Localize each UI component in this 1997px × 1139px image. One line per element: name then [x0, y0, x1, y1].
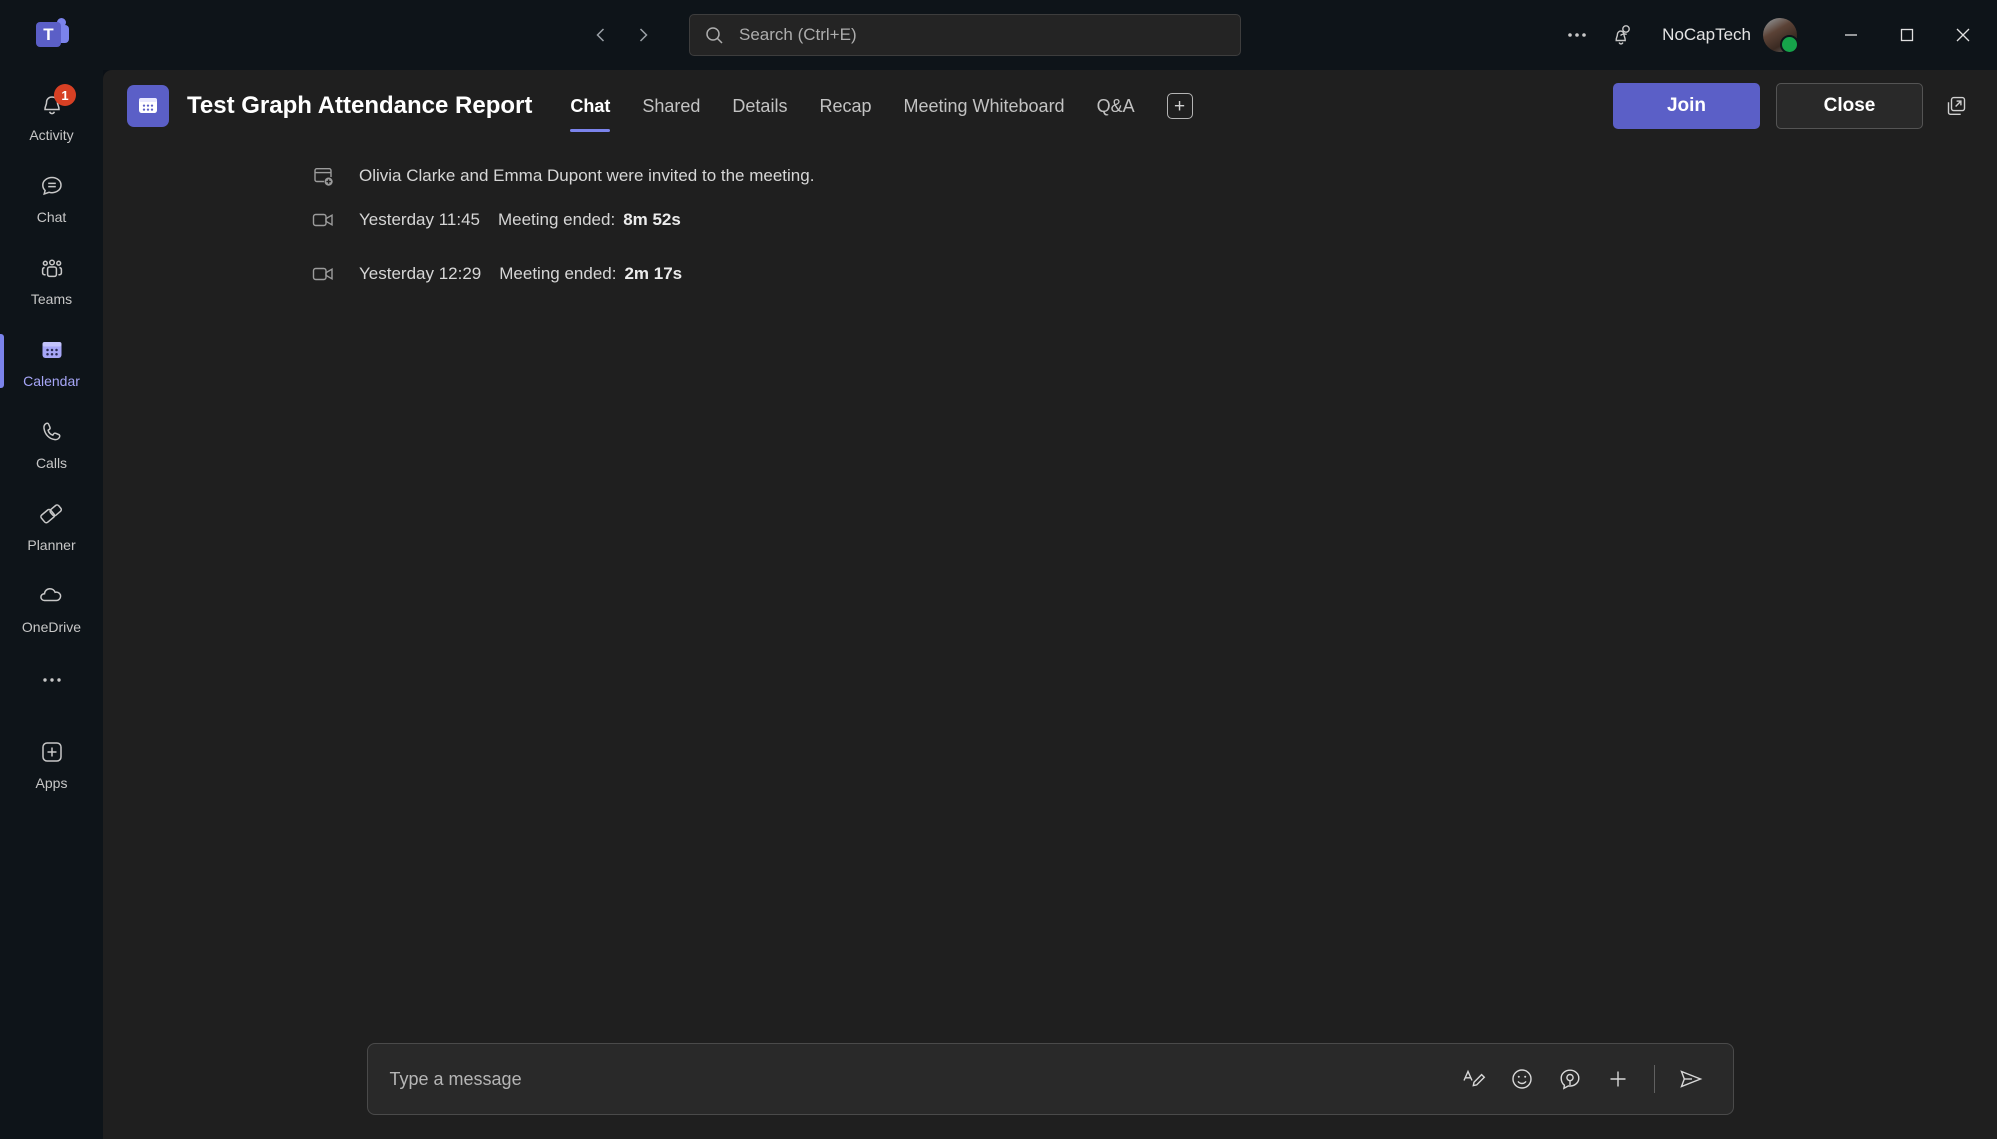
sidebar-item-apps[interactable]: Apps: [0, 722, 103, 804]
meeting-duration: 2m 17s: [624, 264, 683, 283]
add-participant-icon: [309, 164, 337, 188]
join-button[interactable]: Join: [1613, 83, 1760, 129]
tab-qa[interactable]: Q&A: [1081, 70, 1151, 142]
message-input[interactable]: Type a message: [366, 1043, 1734, 1115]
toolbar-divider: [1653, 1065, 1655, 1093]
calendar-app-icon: [127, 85, 169, 127]
meeting-duration: 8m 52s: [623, 210, 681, 229]
compose-area: Type a message: [103, 1043, 1997, 1115]
tab-recap[interactable]: Recap: [803, 70, 887, 142]
video-camera-icon: [309, 261, 337, 287]
sidebar-item-teams[interactable]: Teams: [0, 238, 103, 320]
minimize-button[interactable]: [1823, 0, 1879, 70]
title-bar: T Search (Ctrl+E) NoCapTech: [0, 0, 1997, 70]
sidebar-item-label: Activity: [29, 127, 74, 143]
sidebar-item-label: Chat: [36, 209, 67, 225]
add-tab-button[interactable]: +: [1166, 93, 1193, 119]
cloud-icon: [37, 579, 67, 613]
rail-more-button[interactable]: [0, 648, 103, 712]
chat-message-list: Olivia Clarke and Emma Dupont were invit…: [103, 142, 1997, 1022]
send-button[interactable]: [1671, 1059, 1711, 1099]
sidebar-item-planner[interactable]: Planner: [0, 484, 103, 566]
forward-button[interactable]: [622, 14, 664, 56]
list-item: Olivia Clarke and Emma Dupont were invit…: [103, 154, 1997, 198]
header-actions: Join Close: [1613, 70, 1973, 142]
sidebar-item-label: OneDrive: [21, 619, 82, 635]
more-options-icon: [1568, 33, 1586, 37]
emoji-button[interactable]: [1502, 1059, 1542, 1099]
chevron-left-icon: [596, 28, 605, 42]
copilot-button[interactable]: [1550, 1059, 1590, 1099]
tab-shared[interactable]: Shared: [626, 70, 716, 142]
close-icon: [1956, 28, 1970, 42]
phone-icon: [38, 415, 66, 449]
notifications-button[interactable]: [1600, 12, 1646, 58]
message-timestamp: Yesterday 11:45: [359, 210, 480, 229]
add-attachment-icon: [1610, 1071, 1625, 1087]
open-in-new-window-icon: [1947, 96, 1966, 115]
teams-logo-letter: T: [36, 22, 61, 47]
compose-placeholder: Type a message: [389, 1068, 522, 1089]
titlebar-right-group: NoCapTech: [1554, 0, 1997, 70]
compose-toolbar: [1454, 1059, 1711, 1099]
active-indicator: [0, 334, 4, 388]
meeting-tabs: Chat Shared Details Recap Meeting Whiteb…: [554, 70, 1193, 142]
account-name: NoCapTech: [1662, 25, 1751, 44]
search-icon: [706, 26, 723, 44]
tab-details[interactable]: Details: [716, 70, 803, 142]
add-apps-icon: [38, 735, 66, 769]
search-placeholder: Search (Ctrl+E): [739, 25, 857, 44]
chevron-right-icon: [639, 28, 648, 42]
minimize-icon: [1845, 34, 1857, 36]
sidebar-item-activity[interactable]: 1 Activity: [0, 74, 103, 156]
main-panel: Test Graph Attendance Report Chat Shared…: [103, 70, 1997, 1139]
list-item: Yesterday 12:29 Meeting ended: 2m 17s: [103, 252, 1997, 296]
copilot-icon: [1559, 1069, 1580, 1090]
close-meeting-button[interactable]: Close: [1776, 83, 1923, 129]
popout-button[interactable]: [1939, 89, 1973, 123]
maximize-icon: [1900, 28, 1914, 42]
more-options-button[interactable]: [1554, 12, 1600, 58]
sidebar-item-label: Calls: [35, 455, 68, 471]
meeting-header: Test Graph Attendance Report Chat Shared…: [103, 70, 1997, 142]
emoji-icon: [1511, 1069, 1532, 1089]
calendar-icon: [38, 333, 66, 367]
maximize-button[interactable]: [1879, 0, 1935, 70]
avatar[interactable]: [1763, 18, 1799, 54]
chat-bubble-icon: [38, 169, 66, 203]
message-label: Meeting ended:: [497, 210, 616, 229]
message-label: Meeting ended:: [499, 264, 617, 283]
page-title: Test Graph Attendance Report: [187, 92, 533, 119]
sidebar-item-label: Apps: [35, 775, 68, 791]
sidebar-item-label: Teams: [30, 291, 73, 307]
teams-logo: T: [36, 18, 70, 52]
system-message-text: Olivia Clarke and Emma Dupont were invit…: [359, 166, 815, 185]
add-attachment-button[interactable]: [1598, 1059, 1638, 1099]
sidebar-item-calls[interactable]: Calls: [0, 402, 103, 484]
planner-icon: [38, 497, 66, 531]
notification-bell-person-icon: [1615, 25, 1631, 45]
left-rail: 1 Activity Chat Teams Calendar Calls Pla…: [0, 70, 103, 1139]
tab-chat[interactable]: Chat: [554, 70, 626, 142]
sidebar-item-calendar[interactable]: Calendar: [0, 320, 103, 402]
format-text-button[interactable]: [1454, 1059, 1494, 1099]
more-apps-icon: [40, 663, 64, 697]
back-button[interactable]: [580, 14, 622, 56]
teams-people-icon: [38, 251, 66, 285]
sidebar-item-label: Calendar: [23, 373, 80, 389]
video-camera-icon: [309, 207, 337, 233]
message-timestamp: Yesterday 12:29: [359, 264, 482, 283]
sidebar-item-chat[interactable]: Chat: [0, 156, 103, 238]
send-icon: [1679, 1070, 1702, 1088]
activity-badge: 1: [54, 84, 76, 106]
list-item: Yesterday 11:45 Meeting ended: 8m 52s: [103, 198, 1997, 242]
search-input[interactable]: Search (Ctrl+E): [689, 14, 1241, 56]
close-window-button[interactable]: [1935, 0, 1991, 70]
sidebar-item-onedrive[interactable]: OneDrive: [0, 566, 103, 648]
tab-meeting-whiteboard[interactable]: Meeting Whiteboard: [887, 70, 1080, 142]
sidebar-item-label: Planner: [27, 537, 76, 553]
format-text-icon: [1462, 1069, 1485, 1087]
